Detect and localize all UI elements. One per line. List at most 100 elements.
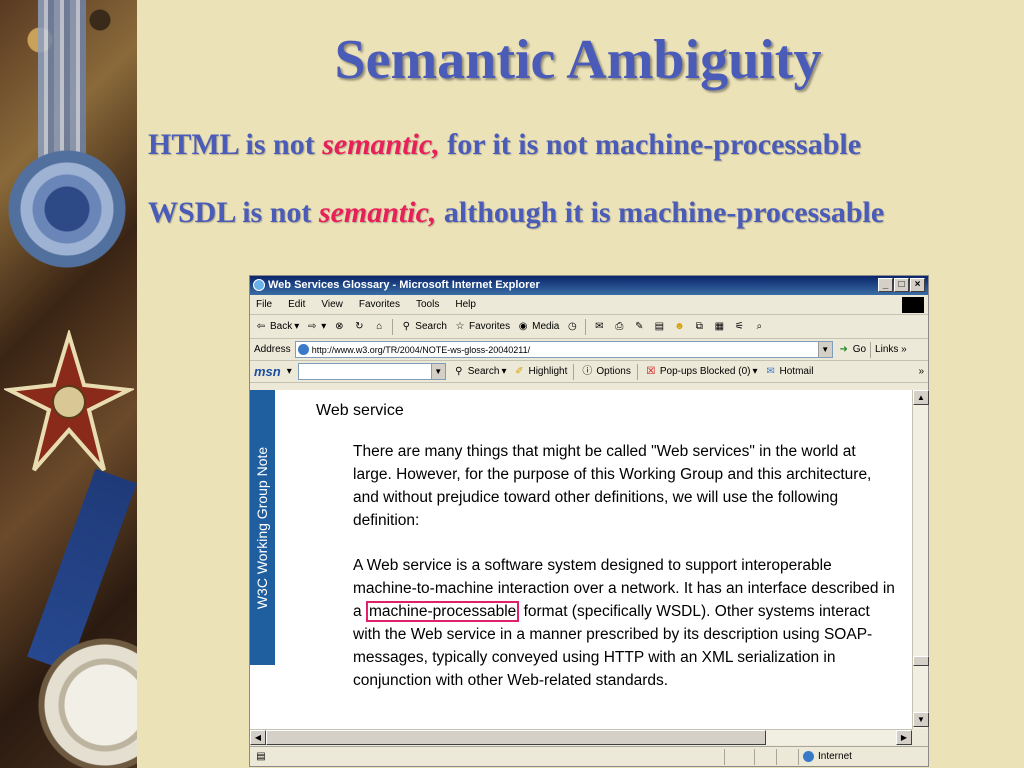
paste-icon[interactable]: ▦ (712, 320, 726, 334)
vertical-scroll-thumb[interactable] (913, 656, 929, 666)
line2-before: WSDL is not (148, 196, 319, 229)
copy-icon[interactable]: ⧉ (692, 320, 706, 334)
menu-bar: File Edit View Favorites Tools Help (250, 295, 928, 315)
line1-emphasis: semantic, (322, 128, 440, 161)
popup-blocked-icon: ☒ (646, 365, 656, 377)
messenger-icon[interactable]: ☻ (672, 320, 686, 334)
popups-blocked-button[interactable]: ☒ Pop-ups Blocked (0) ▾ (644, 365, 757, 379)
search-button[interactable]: ⚲ Search (399, 320, 447, 334)
windows-logo-icon (902, 296, 924, 313)
go-arrow-icon: ➜ (839, 343, 848, 355)
msn-search-icon: ⚲ (455, 365, 463, 377)
favorites-button[interactable]: ☆ Favorites (453, 320, 511, 334)
msn-toolbar: msn ▾ ▼ ⚲ Search ▾ ✐ Highlight ⓘ Options ☒ P… (250, 361, 928, 383)
menu-tools[interactable]: Tools (416, 299, 439, 310)
media-icon: ◉ (518, 320, 528, 332)
menu-favorites[interactable]: Favorites (359, 299, 400, 310)
media-button[interactable]: ◉ Media (516, 320, 560, 334)
msn-more-icon[interactable]: » (918, 366, 924, 377)
slide-line-html: HTML is not semantic, for it is not mach… (148, 128, 861, 162)
forward-arrow-icon: ⇨ (308, 320, 317, 332)
back-button[interactable]: ⇦ Back ▾ (254, 320, 299, 334)
mail-icon[interactable]: ✉ (592, 320, 606, 334)
address-url: http://www.w3.org/TR/2004/NOTE-ws-gloss-… (311, 344, 531, 355)
hotmail-button[interactable]: ✉ Hotmail (764, 365, 814, 379)
page-icon (297, 344, 309, 355)
research-icon[interactable]: ⚟ (732, 320, 746, 334)
favorites-label: Favorites (468, 321, 511, 332)
line1-after: for it is not machine-processable (439, 128, 862, 161)
media-label: Media (532, 321, 560, 332)
horizontal-scrollbar[interactable]: ◀ ▶ (250, 729, 912, 745)
browser-title-bar[interactable]: Web Services Glossary - Microsoft Intern… (250, 276, 928, 295)
options-button[interactable]: ⓘ Options (580, 365, 630, 379)
maximize-button[interactable]: □ (894, 278, 909, 292)
msn-dropdown-icon[interactable]: ▾ (287, 366, 292, 377)
msn-search-label: Search (467, 366, 500, 377)
msn-search-input[interactable]: ▼ (297, 363, 446, 380)
section-heading: Web service (316, 402, 404, 419)
banner-text: W3C Working Group Note (254, 446, 270, 610)
definition-intro: There are many things that might be call… (353, 443, 872, 529)
page-icon[interactable]: ⌕ (752, 320, 766, 334)
links-button[interactable]: Links » (875, 344, 907, 355)
edit-icon[interactable]: ✎ (632, 320, 646, 334)
ie-logo-icon (253, 279, 265, 291)
print-icon[interactable]: ⎙ (612, 320, 626, 334)
history-icon[interactable]: ◷ (565, 320, 579, 334)
highlighted-term: machine-processable (365, 601, 520, 622)
back-label: Back (270, 321, 293, 332)
definition-text: A Web service is a software system desig… (353, 554, 898, 692)
address-input[interactable]: http://www.w3.org/TR/2004/NOTE-ws-gloss-… (294, 341, 833, 358)
menu-view[interactable]: View (321, 299, 343, 310)
status-bar: ▤ Internet (250, 746, 928, 766)
rosette-image (8, 150, 126, 268)
close-button[interactable]: × (910, 278, 925, 292)
menu-edit[interactable]: Edit (288, 299, 305, 310)
scroll-down-icon[interactable]: ▼ (913, 712, 929, 727)
home-icon[interactable]: ⌂ (372, 320, 386, 334)
w3c-note-banner: W3C Working Group Note (250, 390, 275, 665)
stop-icon[interactable]: ⊗ (332, 320, 346, 334)
address-dropdown-icon[interactable]: ▼ (817, 342, 832, 357)
scroll-up-icon[interactable]: ▲ (913, 390, 929, 405)
discuss-icon[interactable]: ▤ (652, 320, 666, 334)
scroll-right-icon[interactable]: ▶ (896, 730, 912, 745)
menu-file[interactable]: File (256, 299, 272, 310)
hotmail-label: Hotmail (779, 366, 814, 377)
address-label: Address (254, 344, 291, 355)
slide-title: Semantic Ambiguity (334, 29, 822, 91)
medal-cross-image (4, 330, 134, 472)
browser-window: Web Services Glossary - Microsoft Intern… (249, 275, 929, 767)
highlight-button[interactable]: ✐ Highlight (512, 365, 567, 379)
scroll-left-icon[interactable]: ◀ (250, 730, 266, 745)
window-title: Web Services Glossary - Microsoft Intern… (268, 279, 540, 291)
links-label: Links (875, 344, 899, 355)
go-button[interactable]: ➜ Go (837, 343, 866, 357)
go-label: Go (852, 344, 867, 355)
search-label: Search (415, 321, 447, 332)
slide-line-wsdl: WSDL is not semantic, although it is mac… (148, 196, 884, 230)
options-icon: ⓘ (582, 365, 593, 377)
minimize-button[interactable]: _ (878, 278, 893, 292)
horizontal-scroll-thumb[interactable] (266, 730, 766, 745)
vertical-scrollbar[interactable]: ▲ ▼ (912, 390, 929, 729)
options-label: Options (596, 366, 631, 377)
forward-button[interactable]: ⇨ ▾ (305, 320, 326, 334)
internet-globe-icon (803, 751, 814, 762)
decorative-medal-strip (0, 0, 137, 768)
refresh-icon[interactable]: ↻ (352, 320, 366, 334)
page-content: W3C Working Group Note Web service There… (250, 390, 912, 729)
search-icon: ⚲ (402, 320, 410, 332)
highlight-icon: ✐ (515, 365, 524, 377)
msn-search-button[interactable]: ⚲ Search ▾ (452, 365, 506, 379)
standard-toolbar: ⇦ Back ▾ ⇨ ▾ ⊗ ↻ ⌂ ⚲ Search ☆ Favorites ◉ Me… (250, 315, 928, 339)
address-bar: Address http://www.w3.org/TR/2004/NOTE-w… (250, 339, 928, 361)
popups-label: Pop-ups Blocked (0) (659, 366, 751, 377)
hotmail-icon: ✉ (766, 365, 775, 377)
ribbon-image (38, 0, 86, 160)
menu-help[interactable]: Help (455, 299, 476, 310)
highlight-label: Highlight (528, 366, 568, 377)
line1-before: HTML is not (148, 128, 323, 161)
msn-input-dropdown-icon[interactable]: ▼ (430, 364, 445, 379)
